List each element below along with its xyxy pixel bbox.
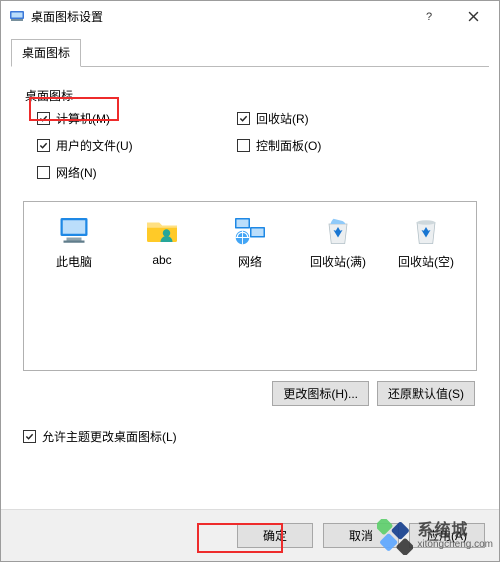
icon-label: abc	[152, 253, 171, 267]
cancel-button[interactable]: 取消	[323, 523, 399, 548]
checkbox-allow-themes[interactable]: 允许主题更改桌面图标(L)	[23, 428, 477, 445]
checkbox-label: 控制面板(O)	[256, 137, 321, 154]
icon-label: 网络	[238, 253, 262, 270]
checkbox-icon	[237, 139, 250, 152]
icon-user-folder[interactable]: abc	[124, 212, 200, 267]
icon-label: 此电脑	[56, 253, 92, 270]
checkbox-label: 网络(N)	[56, 164, 97, 181]
tab-strip: 桌面图标	[1, 31, 499, 67]
close-button[interactable]	[451, 1, 495, 31]
window-title: 桌面图标设置	[31, 8, 407, 25]
ok-button[interactable]: 确定	[237, 523, 313, 548]
restore-defaults-button[interactable]: 还原默认值(S)	[377, 381, 475, 406]
dialog-footer: 确定 取消 应用(A)	[1, 509, 499, 561]
help-button[interactable]: ?	[407, 1, 451, 31]
dialog-window: 桌面图标设置 ? 桌面图标 桌面图标 计算机(M) 回收站(R) 用户的文件(U…	[0, 0, 500, 562]
icon-preview-box: 此电脑 abc 网络 回收站(满) 回收站(空)	[23, 201, 477, 371]
checkbox-grid: 计算机(M) 回收站(R) 用户的文件(U) 控制面板(O) 网络(N)	[23, 110, 477, 181]
checkbox-icon	[237, 112, 250, 125]
icon-network[interactable]: 网络	[212, 212, 288, 270]
apply-button[interactable]: 应用(A)	[409, 523, 485, 548]
icon-recycle-empty[interactable]: 回收站(空)	[388, 212, 464, 270]
tab-desktop-icons[interactable]: 桌面图标	[11, 39, 81, 67]
icon-buttons-row: 更改图标(H)... 还原默认值(S)	[23, 381, 477, 406]
titlebar: 桌面图标设置 ?	[1, 1, 499, 31]
checkbox-controlpanel[interactable]: 控制面板(O)	[237, 137, 437, 154]
svg-text:?: ?	[426, 11, 432, 22]
checkbox-icon	[37, 166, 50, 179]
icon-label: 回收站(满)	[310, 253, 366, 270]
icon-label: 回收站(空)	[398, 253, 454, 270]
checkbox-icon	[23, 430, 36, 443]
icon-row: 此电脑 abc 网络 回收站(满) 回收站(空)	[30, 212, 470, 270]
checkbox-label: 计算机(M)	[56, 110, 110, 127]
tab-content: 桌面图标 计算机(M) 回收站(R) 用户的文件(U) 控制面板(O) 网络(N…	[1, 67, 499, 455]
checkbox-network[interactable]: 网络(N)	[37, 164, 237, 181]
checkbox-computer[interactable]: 计算机(M)	[37, 110, 237, 127]
checkbox-icon	[37, 112, 50, 125]
checkbox-label: 允许主题更改桌面图标(L)	[42, 428, 177, 445]
checkbox-label: 用户的文件(U)	[56, 137, 133, 154]
checkbox-recyclebin[interactable]: 回收站(R)	[237, 110, 437, 127]
checkbox-icon	[37, 139, 50, 152]
change-icon-button[interactable]: 更改图标(H)...	[272, 381, 369, 406]
checkbox-userfiles[interactable]: 用户的文件(U)	[37, 137, 237, 154]
app-icon	[9, 8, 25, 24]
icon-this-pc[interactable]: 此电脑	[36, 212, 112, 270]
icon-recycle-full[interactable]: 回收站(满)	[300, 212, 376, 270]
checkbox-label: 回收站(R)	[256, 110, 309, 127]
group-label: 桌面图标	[25, 87, 477, 104]
